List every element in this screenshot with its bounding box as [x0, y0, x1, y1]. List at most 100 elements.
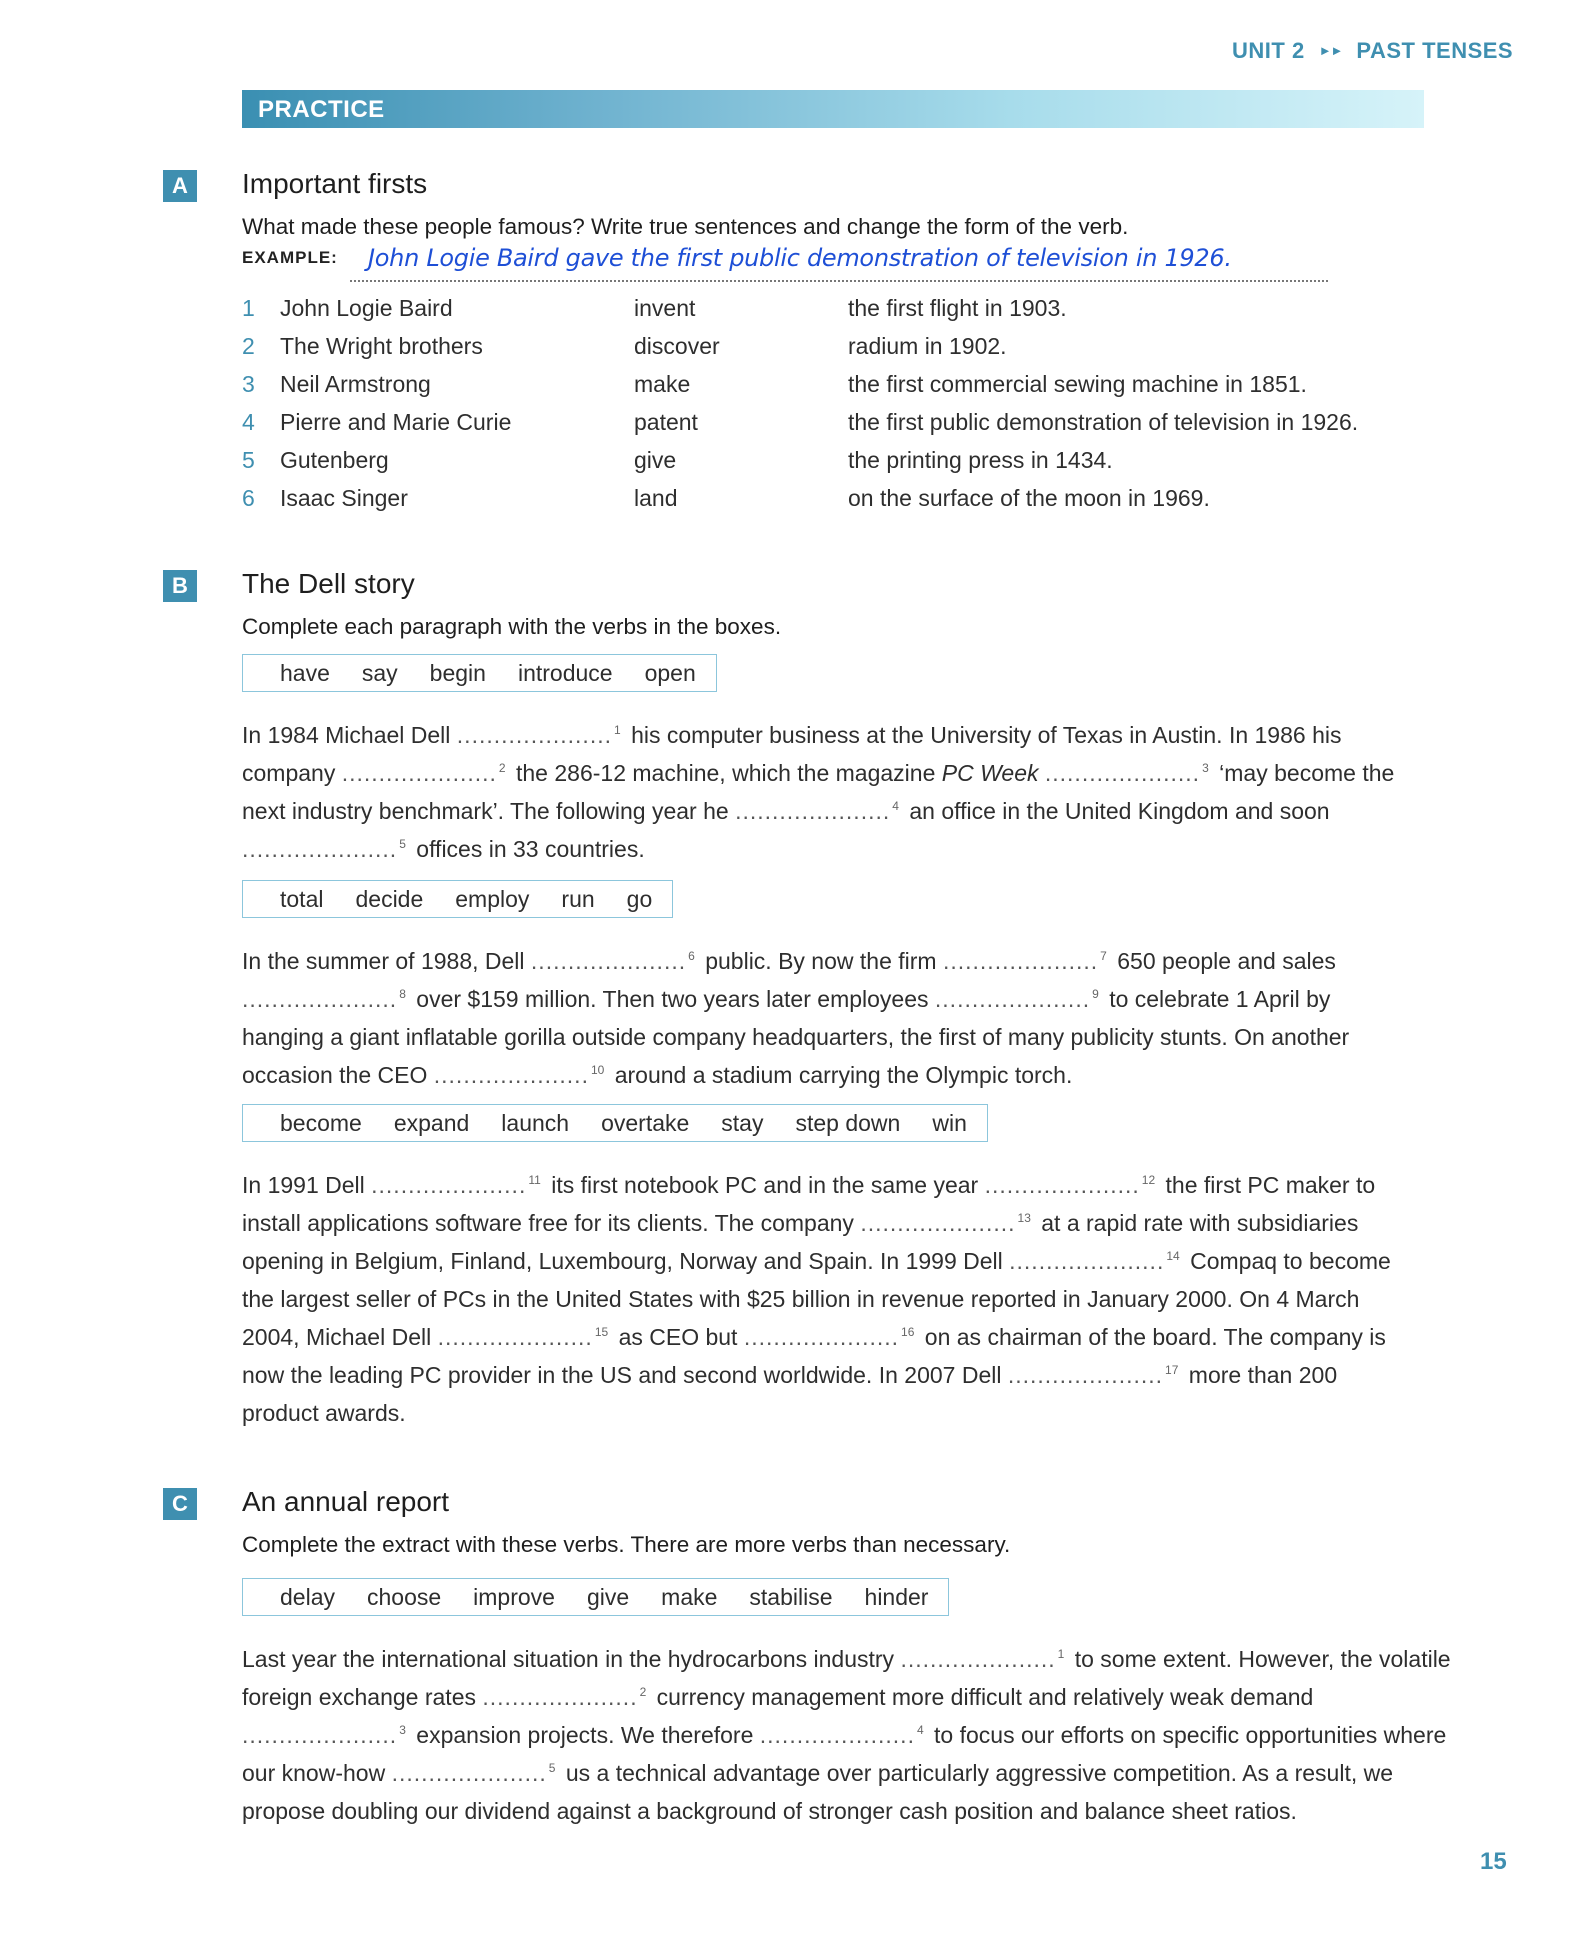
row-number: 1 [242, 295, 255, 321]
answer-gap[interactable]: ..................... [438, 1324, 593, 1350]
verb-option: stabilise [749, 1583, 833, 1610]
verb: give [634, 447, 677, 473]
answer-gap[interactable]: ..................... [943, 948, 1098, 974]
section-c-badge: C [163, 1488, 197, 1520]
gap-number: 10 [590, 1063, 605, 1077]
verb-option: improve [473, 1583, 555, 1610]
double-arrow-icon: ►► [1318, 43, 1344, 58]
verb: invent [634, 295, 696, 321]
dell-paragraph-2: In the summer of 1988, Dell ............… [242, 942, 1407, 1094]
verb: land [634, 485, 678, 511]
gap-number: 2 [498, 761, 506, 775]
answer-gap[interactable]: ..................... [242, 986, 397, 1012]
gap-number: 2 [639, 1685, 647, 1699]
achievement: the first commercial sewing machine in 1… [848, 371, 1307, 397]
practice-banner: PRACTICE [242, 90, 1424, 128]
answer-gap[interactable]: ..................... [1009, 1248, 1164, 1274]
verb-option: overtake [601, 1109, 690, 1136]
gap-number: 15 [594, 1325, 609, 1339]
answer-gap[interactable]: ..................... [342, 760, 497, 786]
text: Last year the international situation in… [242, 1646, 895, 1672]
verb-option: open [644, 659, 696, 686]
gap-number: 4 [916, 1723, 924, 1737]
row-number: 5 [242, 447, 255, 473]
verb-option: stay [721, 1109, 764, 1136]
achievement: the first public demonstration of televi… [848, 409, 1359, 435]
answer-gap[interactable]: ..................... [531, 948, 686, 974]
gap-number: 17 [1165, 1363, 1179, 1377]
answer-gap[interactable]: ..................... [371, 1172, 526, 1198]
section-c-instruction: Complete the extract with these verbs. T… [242, 1532, 1011, 1557]
gap-number: 8 [399, 987, 406, 1001]
achievement: radium in 1902. [848, 333, 1007, 359]
gap-number: 16 [901, 1325, 915, 1339]
page-number: 15 [1480, 1848, 1507, 1875]
verb-option: launch [501, 1109, 570, 1136]
person: John Logie Baird [280, 295, 453, 321]
verb-box-c: delay choose improve give make stabilise… [242, 1578, 950, 1616]
verb-option: step down [795, 1109, 901, 1136]
example-answer: John Logie Baird gave the first public d… [368, 244, 1232, 272]
answer-gap[interactable]: ..................... [860, 1210, 1015, 1236]
verb-option: expand [393, 1109, 470, 1136]
gap-number: 4 [892, 799, 899, 813]
achievement: the printing press in 1434. [848, 447, 1113, 473]
text: around a stadium carrying the Olympic to… [614, 1062, 1073, 1088]
answer-gap[interactable]: ..................... [985, 1172, 1140, 1198]
example-answer-line[interactable]: John Logie Baird gave the first public d… [350, 244, 1328, 282]
verb-option: say [361, 659, 398, 686]
answer-gap[interactable]: ..................... [760, 1722, 915, 1748]
gap-number: 5 [548, 1761, 556, 1775]
row-number: 4 [242, 409, 255, 435]
verb-option: have [280, 659, 330, 686]
person: Pierre and Marie Curie [280, 409, 512, 435]
verb-box-2: total decide employ run go [242, 880, 674, 918]
verb-option: begin [429, 659, 486, 686]
text: public. By now the firm [705, 948, 937, 974]
text: In 1984 Michael Dell [242, 722, 451, 748]
annual-report-paragraph: Last year the international situation in… [242, 1640, 1452, 1830]
unit-label: UNIT 2 [1232, 38, 1305, 63]
verb-option: delay [280, 1583, 335, 1610]
answer-gap[interactable]: ..................... [744, 1324, 899, 1350]
answer-gap[interactable]: ..................... [900, 1646, 1055, 1672]
answer-gap[interactable]: ..................... [242, 836, 397, 862]
verb-option: introduce [517, 659, 613, 686]
section-b-badge: B [163, 570, 197, 602]
answer-gap[interactable]: ..................... [735, 798, 890, 824]
answer-gap[interactable]: ..................... [1008, 1362, 1163, 1388]
banner-label: PRACTICE [258, 96, 385, 123]
person: The Wright brothers [280, 333, 483, 359]
text: its first notebook PC and in the same ye… [551, 1172, 979, 1198]
gap-number: 1 [1057, 1647, 1065, 1661]
person: Gutenberg [280, 447, 389, 473]
answer-gap[interactable]: ..................... [482, 1684, 637, 1710]
text: expansion projects. We therefore [416, 1722, 754, 1748]
gap-number: 13 [1017, 1211, 1031, 1225]
verb-option: become [280, 1109, 362, 1136]
gap-number: 7 [1100, 949, 1107, 963]
example-label: EXAMPLE: [242, 248, 338, 267]
answer-gap[interactable]: ..................... [457, 722, 612, 748]
achievement: on the surface of the moon in 1969. [848, 485, 1210, 511]
answer-gap[interactable]: ..................... [242, 1722, 397, 1748]
section-a-title: Important firsts [242, 168, 428, 199]
verb-option: run [561, 885, 595, 912]
verb-option: win [932, 1109, 967, 1136]
answer-gap[interactable]: ..................... [1045, 760, 1200, 786]
topic-label: PAST TENSES [1356, 38, 1514, 63]
answer-gap[interactable]: ..................... [935, 986, 1090, 1012]
verb-option: decide [355, 885, 424, 912]
achievement: the first flight in 1903. [848, 295, 1067, 321]
verb-option: choose [366, 1583, 442, 1610]
gap-number: 14 [1166, 1249, 1180, 1263]
verb-option: employ [455, 885, 530, 912]
verb-option: hinder [864, 1583, 929, 1610]
gap-number: 12 [1141, 1173, 1156, 1187]
section-a-badge: A [163, 170, 197, 202]
text: the 286-12 machine, which the magazine [516, 760, 936, 786]
dell-paragraph-3: In 1991 Dell ..................... 11 its… [242, 1166, 1392, 1432]
answer-gap[interactable]: ..................... [392, 1760, 547, 1786]
answer-gap[interactable]: ..................... [434, 1062, 589, 1088]
section-a-instruction: What made these people famous? Write tru… [242, 214, 1129, 239]
